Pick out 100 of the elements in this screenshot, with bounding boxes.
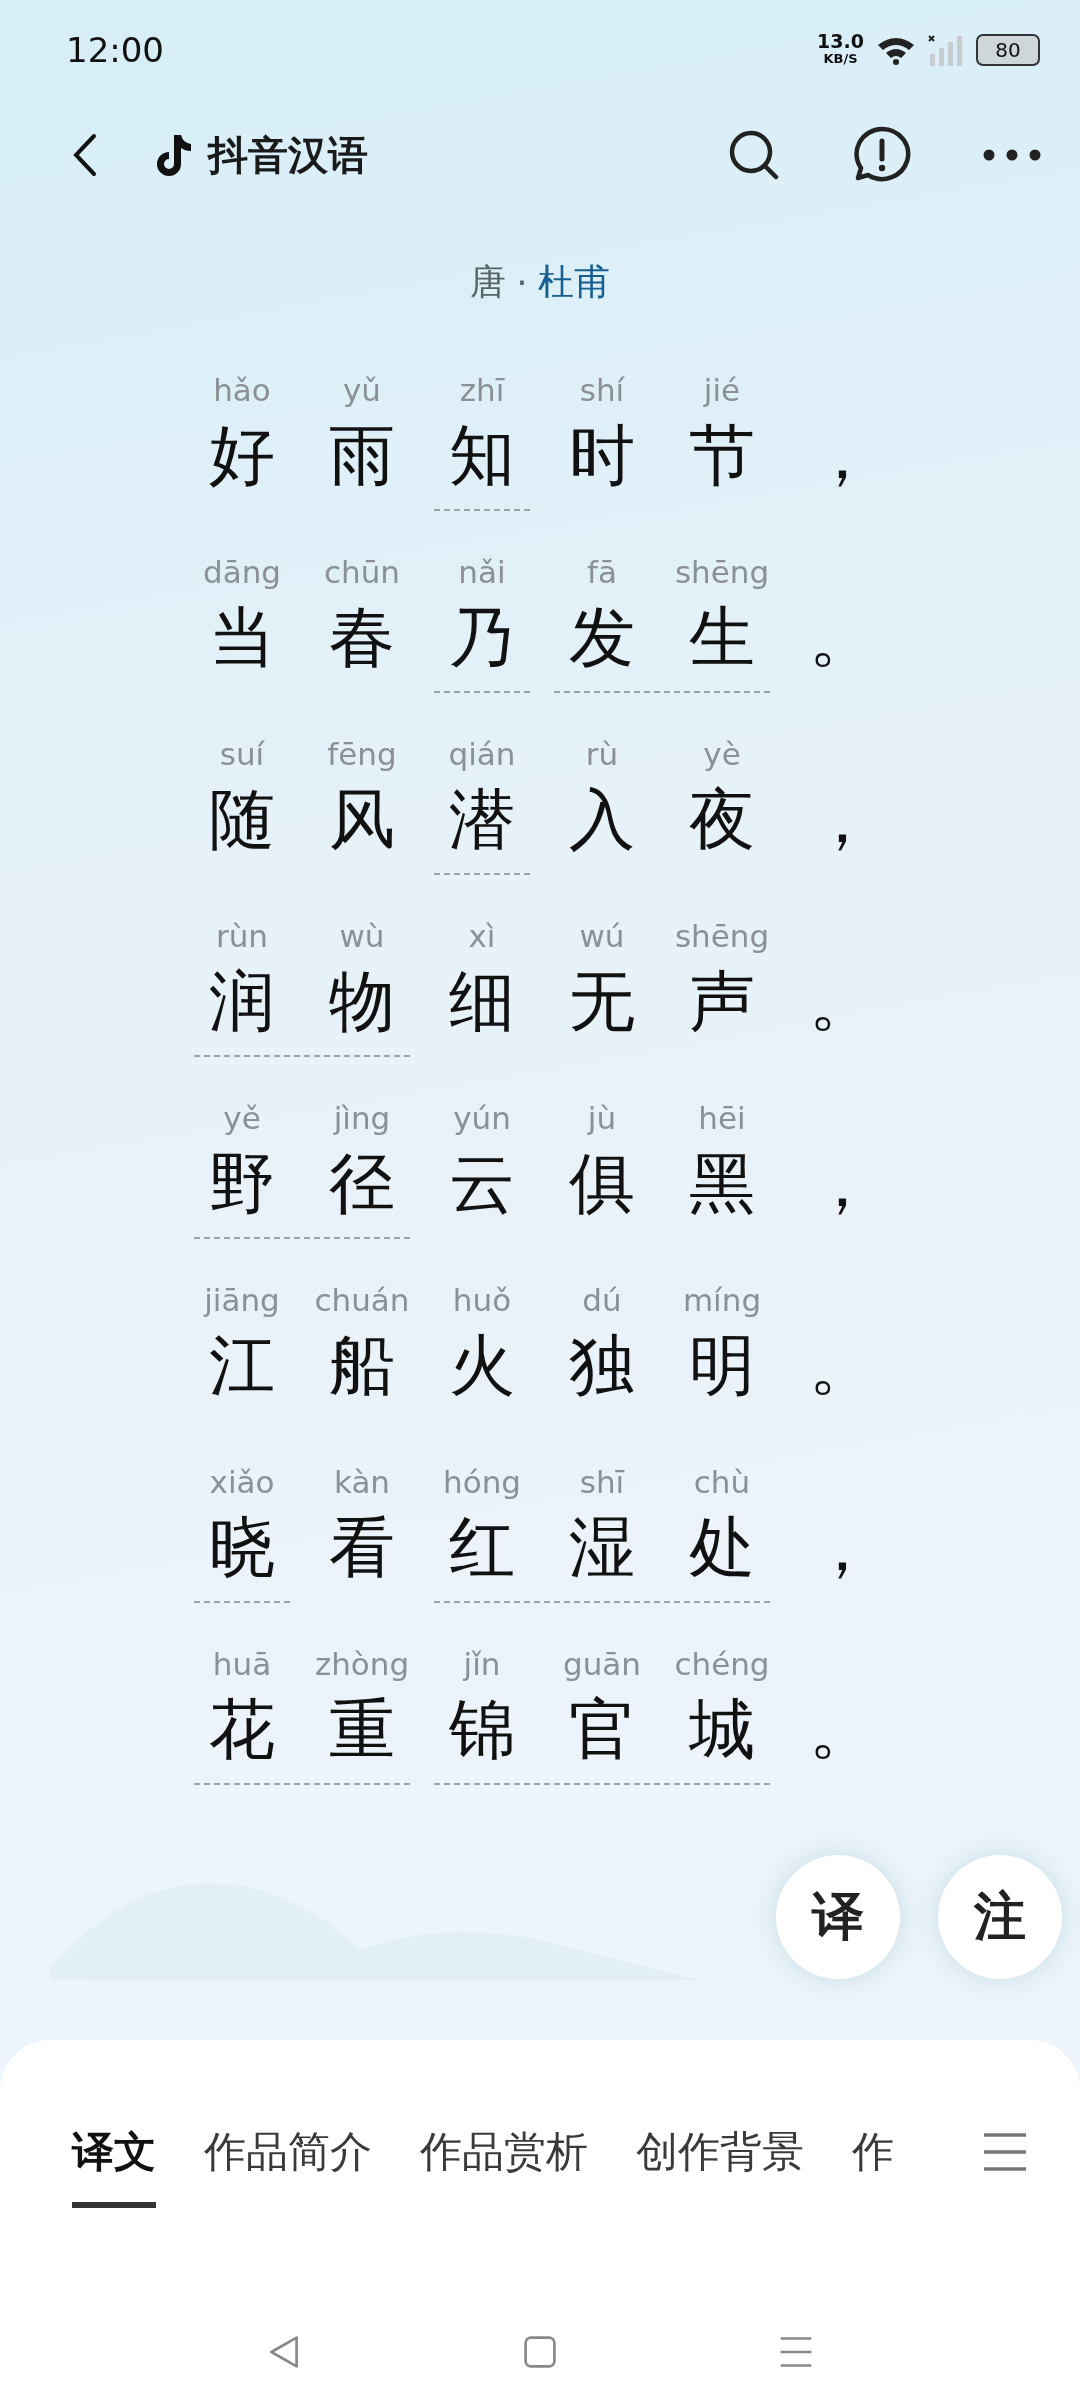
hanzi[interactable]: 细 [449, 957, 515, 1047]
pinyin: shēng [674, 917, 770, 956]
hanzi[interactable]: 物 [329, 957, 395, 1047]
tab[interactable]: 作品赏析 [420, 2124, 588, 2208]
punctuation: ， [808, 780, 876, 860]
pinyin: zhī [459, 371, 505, 410]
hanzi[interactable]: 随 [209, 775, 275, 865]
music-note-icon [156, 133, 192, 177]
pinyin: zhòng [314, 1645, 410, 1684]
punctuation: ， [808, 1144, 876, 1224]
round-button[interactable]: 注 [938, 1855, 1062, 1979]
pinyin: chéng [674, 1645, 770, 1684]
pinyin: suí [219, 735, 265, 774]
pinyin: míng [682, 1281, 762, 1320]
tab[interactable]: 创作背景 [636, 2124, 804, 2208]
pinyin: yě [223, 1099, 261, 1138]
pinyin: jié [703, 371, 741, 410]
pinyin: fā [587, 553, 617, 592]
hanzi[interactable]: 花 [209, 1685, 275, 1775]
hanzi[interactable]: 声 [689, 957, 755, 1047]
hanzi[interactable]: 当 [209, 593, 275, 683]
pinyin: hóng [443, 1463, 521, 1502]
hanzi[interactable]: 火 [449, 1321, 515, 1411]
pinyin: shī [579, 1463, 625, 1502]
hanzi[interactable]: 看 [329, 1503, 395, 1593]
pinyin: shí [579, 371, 625, 410]
hanzi[interactable]: 乃 [449, 593, 515, 683]
hanzi[interactable]: 明 [689, 1321, 755, 1411]
hanzi[interactable]: 发 [569, 593, 635, 683]
hanzi[interactable]: 风 [329, 775, 395, 865]
hanzi[interactable]: 官 [569, 1685, 635, 1775]
punctuation: ， [808, 1508, 876, 1588]
hanzi[interactable]: 润 [209, 957, 275, 1047]
hanzi[interactable]: 锦 [449, 1685, 515, 1775]
separator-dot: · [516, 262, 528, 303]
tab[interactable]: 作 [852, 2124, 894, 2208]
hanzi[interactable]: 生 [689, 593, 755, 683]
status-time: 12:00 [66, 30, 165, 70]
pinyin: chuán [314, 1281, 410, 1320]
pinyin: huā [212, 1645, 272, 1684]
pinyin: huǒ [452, 1281, 512, 1320]
hanzi[interactable]: 潜 [449, 775, 515, 865]
pinyin: shēng [674, 553, 770, 592]
hanzi[interactable]: 云 [449, 1139, 515, 1229]
hanzi[interactable]: 晓 [209, 1503, 275, 1593]
tab[interactable]: 作品简介 [204, 2124, 372, 2208]
hanzi[interactable]: 江 [209, 1321, 275, 1411]
pinyin: guān [563, 1645, 641, 1684]
pinyin: wù [339, 917, 385, 956]
punctuation: 。 [808, 1690, 876, 1770]
punctuation: 。 [808, 1326, 876, 1406]
pinyin: jǐn [463, 1645, 501, 1684]
pinyin: rù [585, 735, 619, 774]
hanzi[interactable]: 重 [329, 1685, 395, 1775]
hanzi[interactable]: 独 [569, 1321, 635, 1411]
hanzi[interactable]: 夜 [689, 775, 755, 865]
author-link[interactable]: 杜甫 [537, 258, 610, 307]
menu-nav-icon[interactable] [778, 2334, 814, 2370]
app-title: 抖音汉语 [208, 130, 368, 180]
hanzi[interactable]: 雨 [329, 411, 395, 501]
signal-icon [928, 34, 964, 66]
hanzi[interactable]: 知 [449, 411, 515, 501]
pinyin: xiǎo [209, 1463, 275, 1502]
pinyin: wú [579, 917, 625, 956]
pinyin: chù [693, 1463, 751, 1502]
tab[interactable]: 译文 [72, 2124, 156, 2208]
pinyin: fēng [327, 735, 397, 774]
punctuation: 。 [808, 598, 876, 678]
hanzi[interactable]: 入 [569, 775, 635, 865]
hanzi[interactable]: 船 [329, 1321, 395, 1411]
wifi-icon [876, 35, 916, 65]
hanzi[interactable]: 湿 [569, 1503, 635, 1593]
hanzi[interactable]: 好 [209, 411, 275, 501]
menu-icon[interactable] [982, 2132, 1028, 2172]
hanzi[interactable]: 径 [329, 1139, 395, 1229]
battery-indicator: 80 [976, 34, 1040, 66]
pinyin: chūn [324, 553, 400, 592]
pinyin: nǎi [458, 553, 506, 592]
hanzi[interactable]: 时 [569, 411, 635, 501]
pinyin: yè [703, 735, 741, 774]
pinyin: qián [448, 735, 516, 774]
pinyin: hǎo [213, 371, 271, 410]
hanzi[interactable]: 处 [689, 1503, 755, 1593]
round-button[interactable]: 译 [776, 1855, 900, 1979]
hanzi[interactable]: 黑 [689, 1139, 755, 1229]
punctuation: 。 [808, 962, 876, 1042]
hanzi[interactable]: 无 [569, 957, 635, 1047]
more-icon[interactable] [982, 148, 1042, 162]
hanzi[interactable]: 城 [689, 1685, 755, 1775]
punctuation: ， [808, 416, 876, 496]
pinyin: jù [587, 1099, 617, 1138]
hanzi[interactable]: 野 [209, 1139, 275, 1229]
hanzi[interactable]: 春 [329, 593, 395, 683]
home-nav-icon[interactable] [522, 2334, 558, 2370]
pinyin: dú [582, 1281, 622, 1320]
hanzi[interactable]: 节 [689, 411, 755, 501]
pinyin: xì [468, 917, 496, 956]
hanzi[interactable]: 俱 [569, 1139, 635, 1229]
network-speed: 13.0 KB/S [817, 32, 864, 68]
hanzi[interactable]: 红 [449, 1503, 515, 1593]
